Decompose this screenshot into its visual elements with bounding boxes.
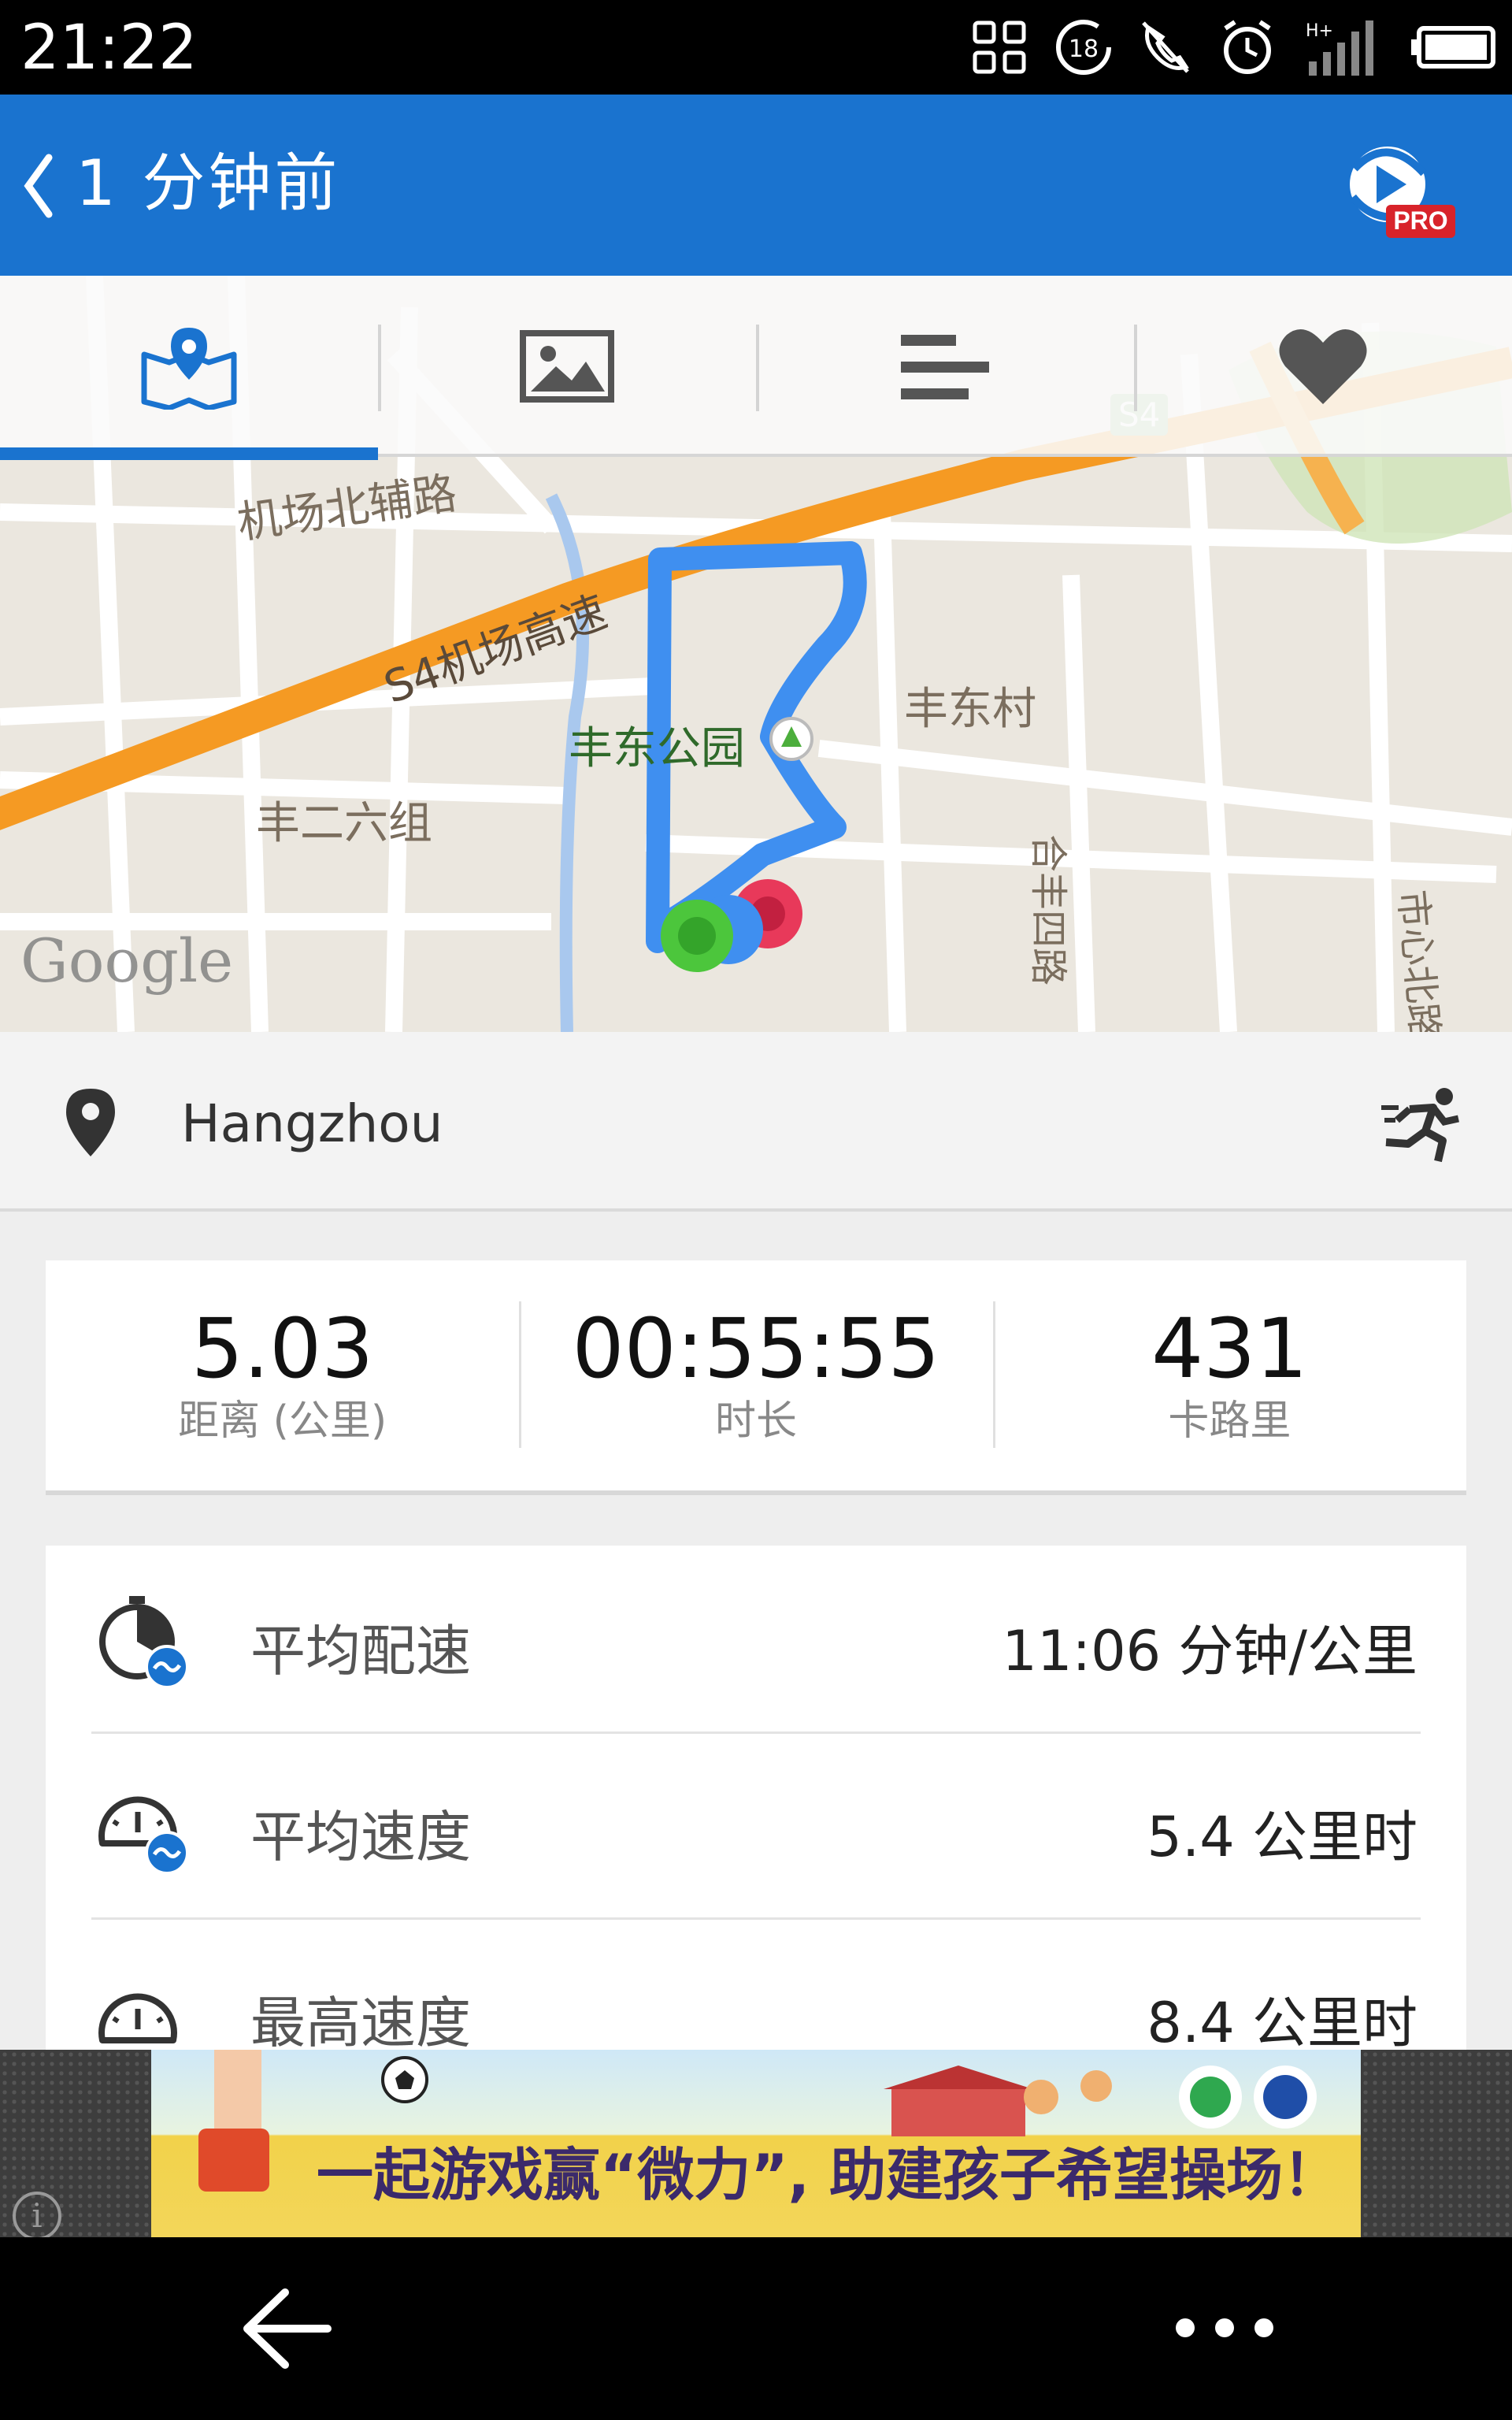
back-chevron-icon[interactable] [16,147,63,225]
tab-stats[interactable] [756,276,1134,457]
location-city: Hangzhou [181,1093,443,1154]
page-title: 1 分钟前 [76,147,341,220]
more-options-icon[interactable] [1173,2316,1276,2340]
qr-scan-icon [973,20,1026,74]
svg-text:18: 18 [1069,35,1099,63]
back-arrow-icon[interactable] [236,2281,339,2376]
signal-strength-icon: H+ [1306,20,1373,76]
stat-distance: 5.03 距离 (公里) [46,1260,519,1490]
stat-duration-value: 00:55:55 [572,1301,940,1397]
detail-max-speed-label: 最高速度 [250,1991,471,2050]
battery-icon [1411,26,1495,69]
status-icons: 18 H+ [972,14,1496,80]
ad-info-icon[interactable]: i [13,2192,61,2240]
alarm-clock-icon [1224,20,1271,74]
detail-row-avg-pace: 平均配速 11:06 分钟/公里 [46,1546,1466,1731]
location-row: Hangzhou [0,1032,1512,1212]
detail-max-speed-value: 8.4 公里时 [1147,1991,1418,2050]
status-bar: 21:22 18 H+ [0,0,1512,95]
phone-muted-icon [1142,21,1189,73]
bar-list-icon [901,335,989,399]
stat-calories: 431 卡路里 [992,1260,1466,1490]
map-label-fengdong-park: 丰东公园 [569,723,745,774]
notification-count-icon: 18 [1056,20,1111,75]
stat-calories-value: 431 [1151,1301,1308,1397]
tab-likes[interactable] [1134,276,1512,457]
map-label-hefeng-4th-road: 合丰四路 [1026,833,1071,986]
image-icon [520,330,614,403]
speed-icon [98,1796,189,1875]
stat-distance-label: 距离 (公里) [178,1397,387,1445]
pace-icon [99,1596,189,1689]
svg-text:PRO: PRO [1393,206,1447,235]
ad-banner[interactable]: 一起游戏赢“微力”, 助建孩子希望操场！ i [0,2050,1512,2240]
status-time: 21:22 [20,13,198,84]
stat-calories-label: 卡路里 [1168,1397,1292,1445]
app-header: 1 分钟前 PRO [0,95,1512,276]
system-navigation-bar [0,2237,1512,2420]
detail-avg-pace-value: 11:06 分钟/公里 [1002,1619,1418,1683]
heart-icon [1279,328,1367,404]
summary-stats-card: 5.03 距离 (公里) 00:55:55 时长 431 卡路里 [46,1260,1466,1495]
detail-stats-card: 平均配速 11:06 分钟/公里 平均速度 5.4 公里时 最高速度 8.4 公… [46,1546,1466,2050]
map-label-feng-26-group: 丰二六组 [256,798,432,849]
max-speed-icon [98,1993,177,2043]
detail-avg-pace-label: 平均配速 [250,1619,471,1683]
svg-text:H+: H+ [1306,21,1333,41]
tab-map[interactable] [0,276,378,460]
detail-row-max-speed: 最高速度 8.4 公里时 [46,1917,1466,2050]
ad-creative[interactable]: 一起游戏赢“微力”, 助建孩子希望操场！ [151,2050,1361,2237]
detail-avg-speed-label: 平均速度 [250,1805,471,1869]
location-pin-icon [66,1089,115,1156]
tab-bar [0,276,1512,460]
ad-slogan: 一起游戏赢“微力”, 助建孩子希望操场！ [317,2142,1340,2208]
pro-upgrade-icon[interactable]: PRO [1339,139,1457,241]
running-activity-icon[interactable] [1378,1086,1465,1164]
stat-duration-label: 时长 [714,1397,797,1445]
detail-row-avg-speed: 平均速度 5.4 公里时 [46,1731,1466,1917]
map-label-fengdong-village: 丰东村 [904,684,1036,735]
map-attribution: Google [20,926,234,996]
stat-distance-value: 5.03 [191,1301,374,1397]
stat-duration: 00:55:55 时长 [519,1260,992,1490]
detail-avg-speed-value: 5.4 公里时 [1147,1805,1418,1869]
map-pin-icon [141,328,237,410]
tab-photos[interactable] [378,276,756,457]
